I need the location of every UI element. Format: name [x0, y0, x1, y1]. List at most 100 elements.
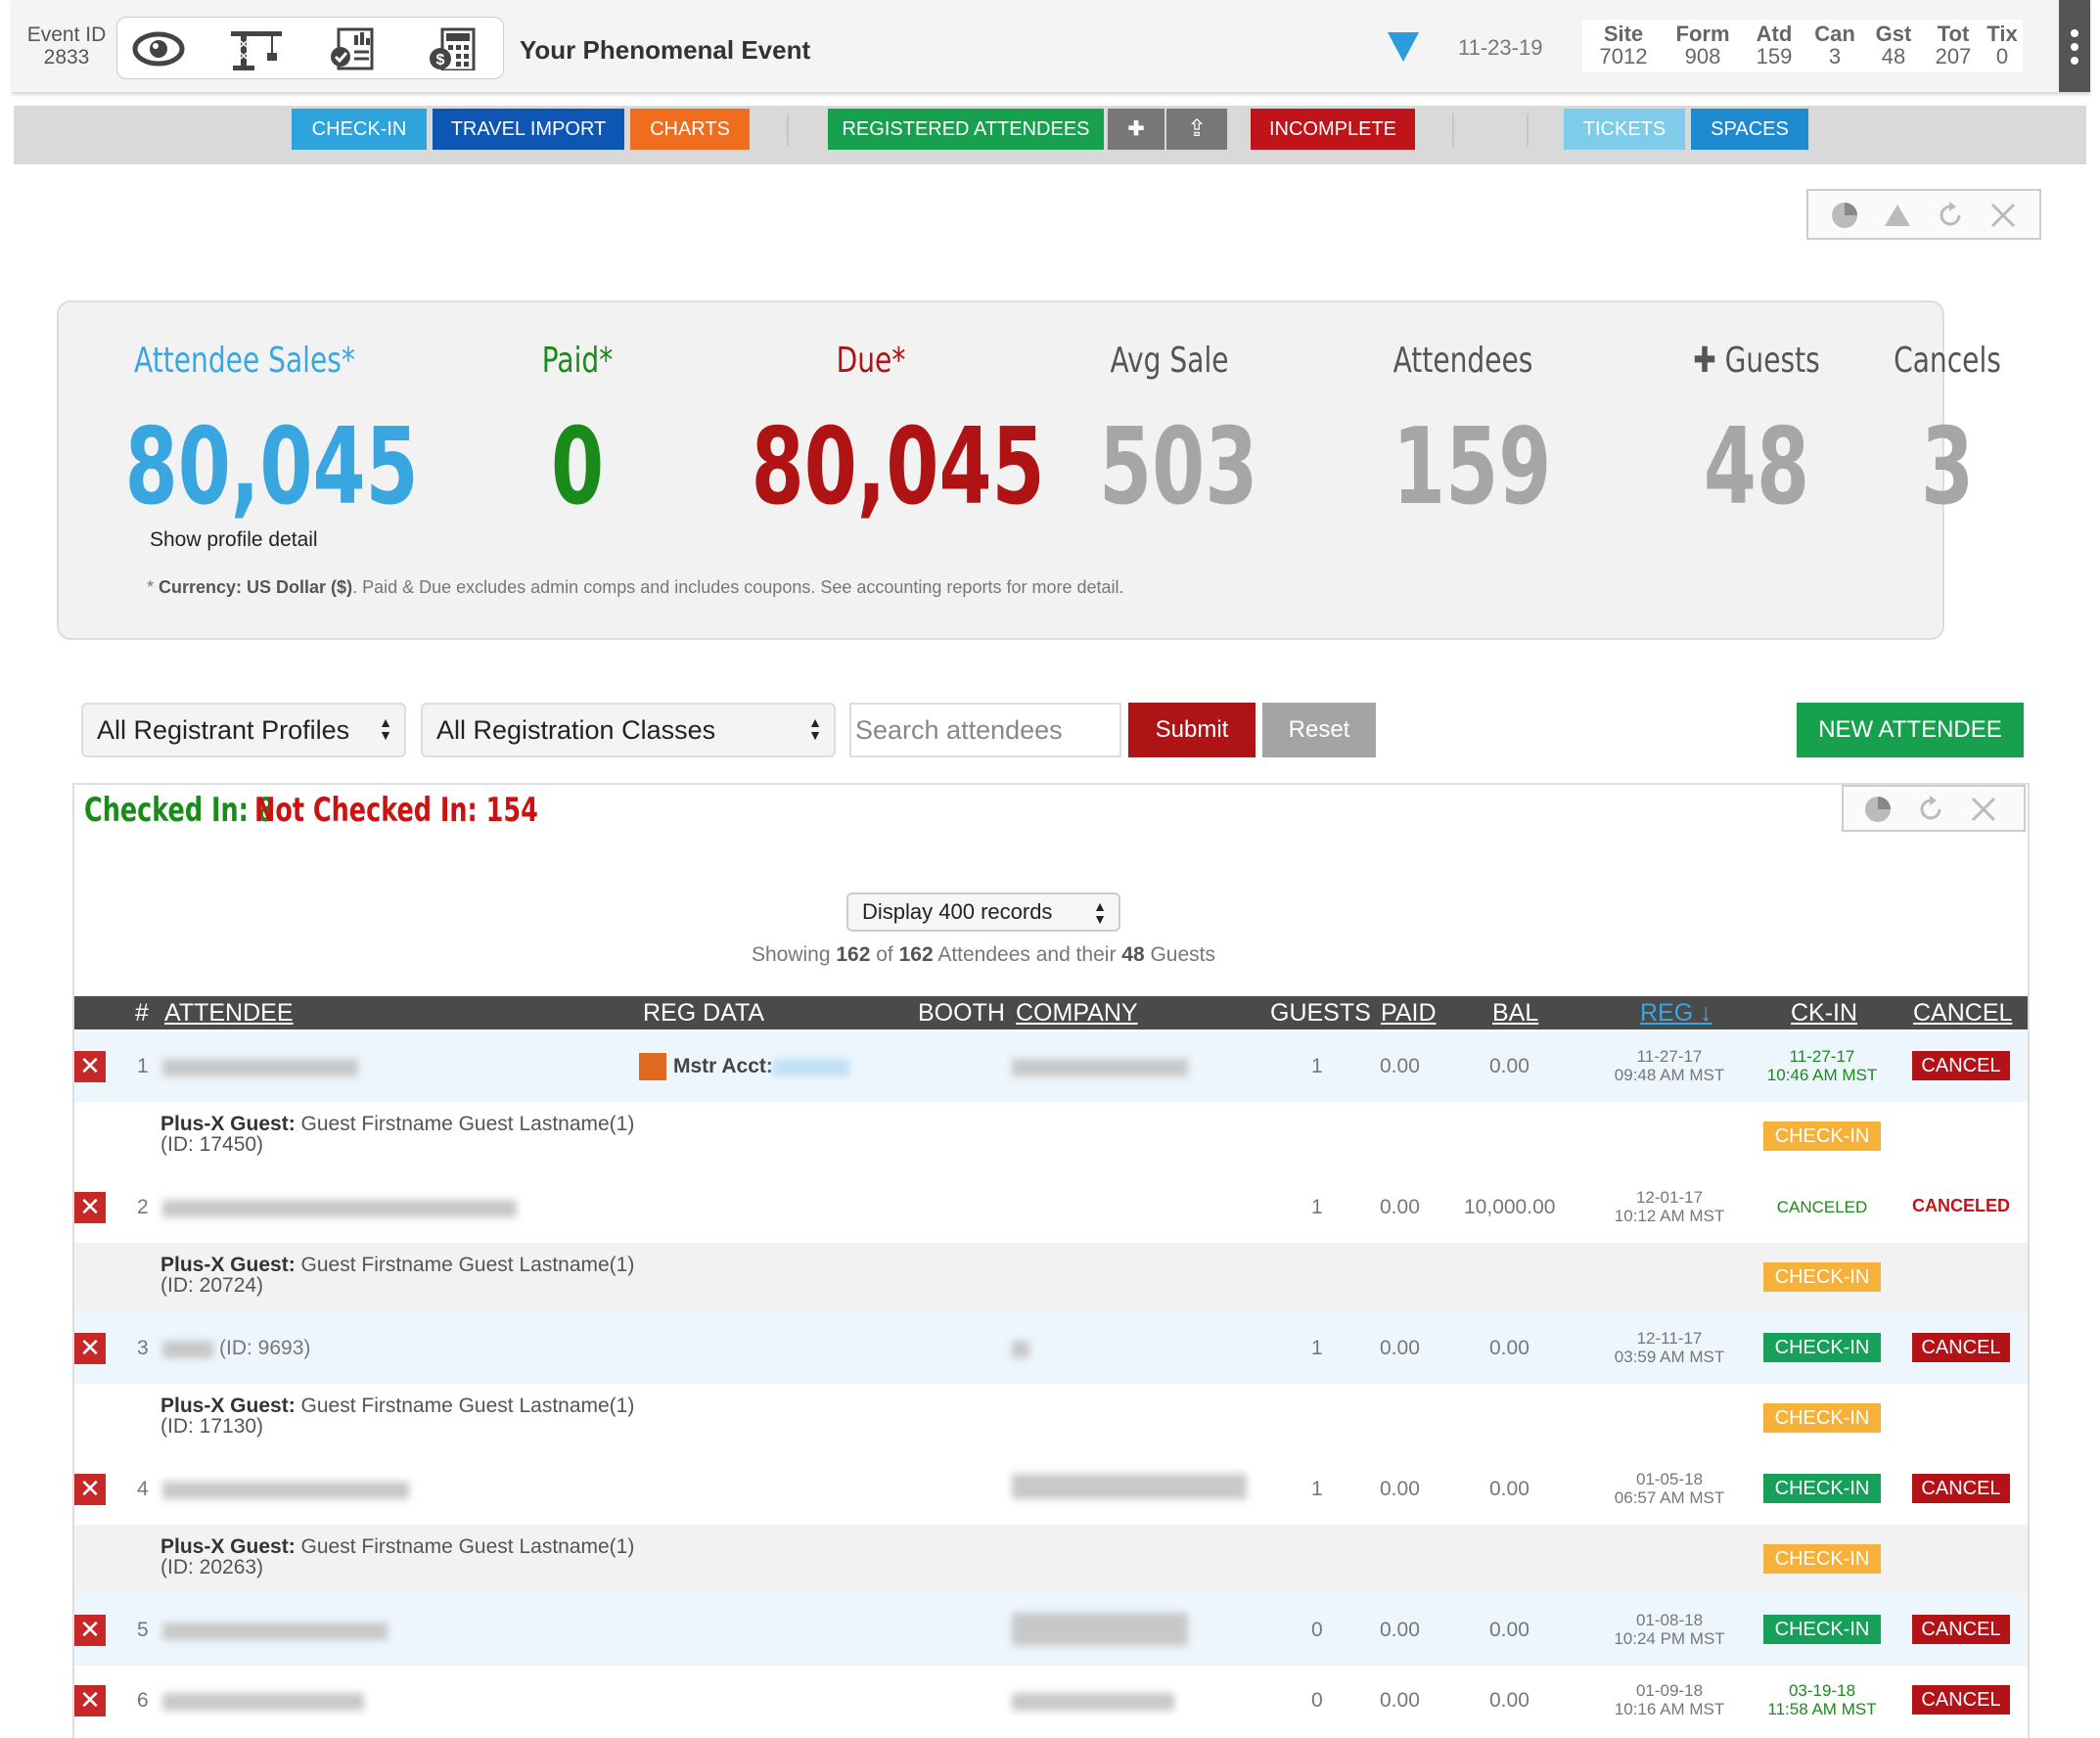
- col-cancel[interactable]: CANCEL: [1913, 998, 2012, 1028]
- crane-icon[interactable]: [227, 27, 286, 70]
- cancel-button[interactable]: CANCEL: [1912, 1474, 2010, 1503]
- delete-icon[interactable]: ✕: [74, 1051, 106, 1082]
- delete-icon[interactable]: ✕: [74, 1192, 106, 1223]
- nav-divider: [787, 114, 789, 147]
- guests-count: 0: [1311, 1689, 1323, 1712]
- collapse-icon[interactable]: [1883, 201, 1912, 230]
- eye-icon[interactable]: [129, 27, 188, 70]
- new-attendee-button[interactable]: NEW ATTENDEE: [1797, 703, 2024, 757]
- guest-info: Plus-X Guest: Guest Firstname Guest Last…: [160, 1254, 635, 1297]
- event-id-value: 2833: [43, 46, 90, 69]
- close-icon[interactable]: [1988, 201, 2018, 230]
- avg-sale-label: Avg Sale: [1110, 341, 1229, 381]
- col-num: #: [135, 999, 149, 1027]
- search-input[interactable]: Search attendees: [849, 703, 1121, 757]
- col-booth: BOOTH: [918, 999, 1005, 1027]
- spaces-tab[interactable]: SPACES: [1691, 109, 1808, 150]
- travel-import-tab[interactable]: TRAVEL IMPORT: [433, 109, 624, 150]
- row-number: 4: [137, 1478, 149, 1500]
- master-account-link[interactable]: [773, 1059, 849, 1076]
- submit-button[interactable]: Submit: [1128, 703, 1255, 757]
- pie-chart-icon[interactable]: [1830, 201, 1859, 230]
- check-in-button[interactable]: CHECK-IN: [1763, 1333, 1881, 1362]
- guest-check-in-button[interactable]: CHECK-IN: [1763, 1262, 1881, 1292]
- master-account-label: Mstr Acct:: [673, 1055, 773, 1077]
- class-select[interactable]: All Registration Classes ▲ ▼: [421, 703, 836, 757]
- cancel-button[interactable]: CANCEL: [1912, 1333, 2010, 1362]
- close-icon[interactable]: [1969, 795, 1998, 824]
- refresh-icon[interactable]: [1936, 201, 1965, 230]
- due-value: 80,045: [751, 406, 1045, 528]
- attendee-id: (ID: 9693): [219, 1337, 311, 1359]
- delete-icon[interactable]: ✕: [74, 1685, 106, 1716]
- stat-site: Site 7012: [1599, 22, 1648, 69]
- cancels-label: Cancels: [1894, 341, 2001, 381]
- event-id-label: Event ID: [26, 23, 107, 46]
- stat-tot: Tot 207: [1935, 22, 1972, 69]
- attendee-name[interactable]: [162, 1693, 364, 1711]
- stat-gst: Gst 48: [1875, 22, 1912, 69]
- reset-button[interactable]: Reset: [1262, 703, 1376, 757]
- reg-date: 01-05-18 06:57 AM MST: [1614, 1470, 1725, 1507]
- currency-note: * Currency: US Dollar ($). Paid & Due ex…: [147, 577, 1124, 597]
- attendee-name[interactable]: [162, 1059, 358, 1076]
- company-name: [1012, 1693, 1174, 1711]
- delete-icon[interactable]: ✕: [74, 1333, 106, 1364]
- delete-icon[interactable]: ✕: [74, 1474, 106, 1505]
- check-in-button[interactable]: CHECK-IN: [1763, 1615, 1881, 1644]
- col-company[interactable]: COMPANY: [1016, 998, 1138, 1028]
- display-records-select[interactable]: Display 400 records ▲ ▼: [846, 892, 1120, 932]
- cancel-button[interactable]: CANCEL: [1912, 1685, 2010, 1715]
- profile-select[interactable]: All Registrant Profiles ▲ ▼: [81, 703, 406, 757]
- col-attendee[interactable]: ATTENDEE: [164, 998, 294, 1028]
- delete-icon[interactable]: ✕: [74, 1615, 106, 1646]
- incomplete-tab[interactable]: INCOMPLETE: [1251, 109, 1415, 150]
- checked-in-count: Checked In: 8: [84, 791, 275, 830]
- guest-check-in-button[interactable]: CHECK-IN: [1763, 1121, 1881, 1151]
- balance-amount: 0.00: [1489, 1478, 1529, 1500]
- charts-tab[interactable]: CHARTS: [630, 109, 750, 150]
- row-number: 3: [137, 1337, 149, 1359]
- tickets-tab[interactable]: TICKETS: [1564, 109, 1685, 150]
- guests-count: 0: [1311, 1619, 1323, 1641]
- event-dropdown-icon[interactable]: [1388, 32, 1419, 62]
- widget-controls: [1806, 189, 2041, 240]
- attendee-name[interactable]: [162, 1200, 517, 1217]
- guest-info: Plus-X Guest: Guest Firstname Guest Last…: [160, 1395, 635, 1438]
- pie-chart-icon[interactable]: [1863, 795, 1893, 824]
- report-icon[interactable]: [325, 27, 384, 70]
- refresh-icon[interactable]: [1916, 795, 1945, 824]
- col-paid[interactable]: PAID: [1381, 998, 1437, 1028]
- upload-icon[interactable]: ⇪: [1166, 109, 1227, 150]
- balance-amount: 10,000.00: [1464, 1196, 1556, 1218]
- registered-attendees-tab[interactable]: REGISTERED ATTENDEES: [828, 109, 1104, 150]
- event-title: Your Phenomenal Event: [520, 35, 811, 65]
- checked-in-date: 03-19-18 11:58 AM MST: [1767, 1681, 1877, 1718]
- more-menu-icon[interactable]: [2059, 0, 2090, 92]
- show-profile-detail-link[interactable]: Show profile detail: [150, 528, 318, 552]
- paid-amount: 0.00: [1380, 1055, 1420, 1077]
- col-ck-in[interactable]: CK-IN: [1791, 998, 1857, 1028]
- calculator-icon[interactable]: $: [423, 27, 481, 70]
- stat-form: Form 908: [1675, 22, 1730, 69]
- not-checked-in-count: Not Checked In: 154: [254, 791, 538, 830]
- check-in-button[interactable]: CHECK-IN: [1763, 1474, 1881, 1503]
- guest-check-in-button[interactable]: CHECK-IN: [1763, 1403, 1881, 1433]
- avg-sale-value: 503: [1099, 406, 1258, 528]
- guests-count: 1: [1311, 1055, 1323, 1077]
- guests-count: 1: [1311, 1196, 1323, 1218]
- col-reg-sort[interactable]: REG ↓: [1640, 998, 1712, 1028]
- attendee-name[interactable]: [162, 1623, 388, 1640]
- cancel-button[interactable]: CANCEL: [1912, 1051, 2010, 1080]
- col-bal[interactable]: BAL: [1492, 998, 1538, 1028]
- stat-can: Can 3: [1814, 22, 1855, 69]
- attendee-name[interactable]: [162, 1341, 213, 1358]
- cancel-button[interactable]: CANCEL: [1912, 1615, 2010, 1644]
- company-name: [1012, 1341, 1029, 1358]
- select-arrows-icon: ▲ ▼: [1093, 898, 1107, 927]
- guest-check-in-button[interactable]: CHECK-IN: [1763, 1544, 1881, 1574]
- check-in-tab[interactable]: CHECK-IN: [292, 109, 427, 150]
- event-stats: Site 7012 Form 908 Atd 159 Can 3 Gst 48 Tot 20…: [1582, 20, 2023, 72]
- add-icon[interactable]: ✚: [1108, 109, 1164, 150]
- attendee-name[interactable]: [162, 1482, 409, 1499]
